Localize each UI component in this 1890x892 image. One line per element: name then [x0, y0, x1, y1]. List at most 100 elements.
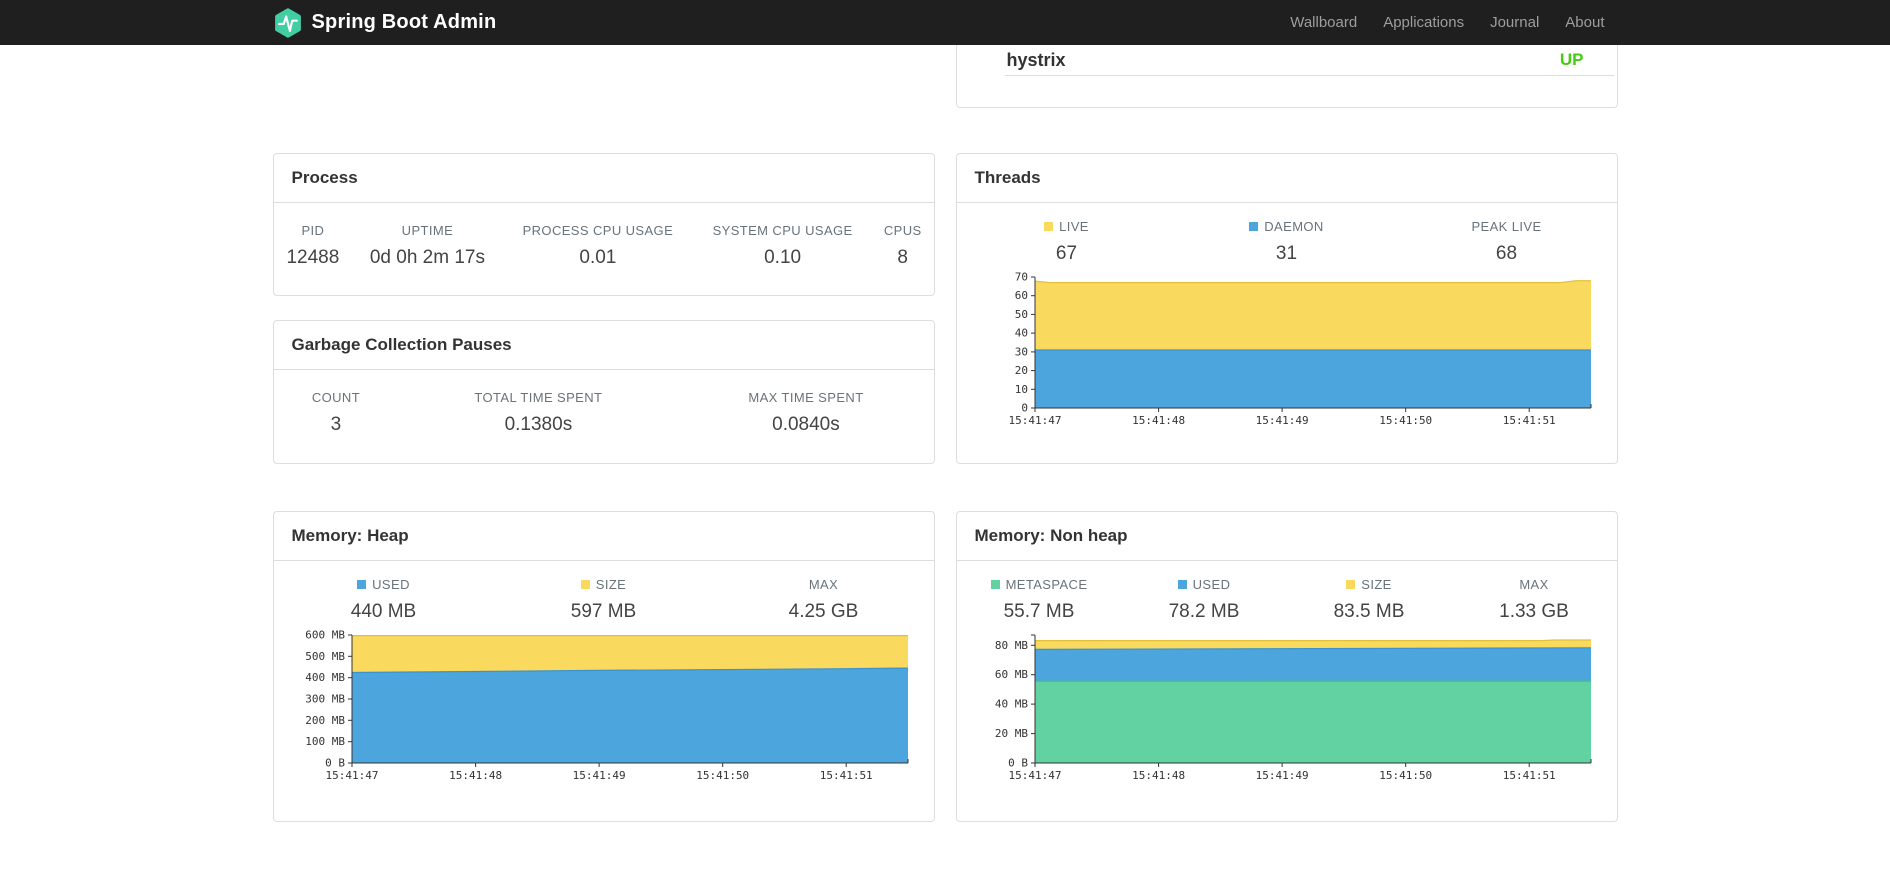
svg-text:15:41:51: 15:41:51	[1502, 769, 1555, 782]
svg-text:15:41:48: 15:41:48	[1132, 769, 1185, 782]
legend-color-swatch	[1177, 580, 1187, 589]
svg-text:15:41:51: 15:41:51	[819, 769, 872, 782]
heap-legend: USED SIZE MAX 440 MB 597 MB 4.25 GB	[274, 577, 934, 623]
legend-value: 4.25 GB	[788, 601, 859, 622]
svg-text:40 MB: 40 MB	[994, 698, 1027, 711]
gc-pauses-panel: Garbage Collection Pauses COUNT TOTAL TI…	[272, 320, 935, 464]
legend-value: 78.2 MB	[1168, 601, 1240, 622]
legend-value: 83.5 MB	[1333, 601, 1405, 622]
svg-text:15:41:47: 15:41:47	[1008, 769, 1061, 782]
navbar: Spring Boot Admin Wallboard Applications…	[0, 0, 1890, 45]
svg-text:10: 10	[1014, 383, 1027, 396]
svg-text:20: 20	[1014, 364, 1027, 377]
panel-title: Threads	[956, 154, 1617, 203]
svg-text:15:41:50: 15:41:50	[1379, 414, 1432, 427]
legend-color-swatch	[357, 580, 367, 589]
legend-label: USED	[274, 577, 494, 601]
application-name: hystrix	[1006, 49, 1066, 70]
metric-value: 0d 0h 2m 17s	[369, 247, 485, 268]
panel-title: Garbage Collection Pauses	[273, 321, 934, 370]
metric-label: TOTAL TIME SPENT	[474, 390, 603, 405]
process-panel: Process PID UPTIME PROCESS CPU USAGE SYS…	[272, 153, 935, 296]
svg-text:20 MB: 20 MB	[994, 727, 1027, 740]
legend-label: SIZE	[494, 577, 714, 601]
legend-color-swatch	[1044, 222, 1054, 231]
svg-text:200 MB: 200 MB	[305, 714, 345, 727]
brand-label: Spring Boot Admin	[311, 11, 497, 33]
legend-label: MAX	[808, 577, 839, 592]
legend-color-swatch	[580, 580, 590, 589]
svg-text:400 MB: 400 MB	[305, 671, 345, 684]
legend-label: SIZE	[1287, 577, 1452, 601]
nav-item-wallboard[interactable]: Wallboard	[1277, 0, 1370, 45]
metric-value: 0.0840s	[772, 414, 840, 435]
legend-value: 55.7 MB	[1003, 601, 1075, 622]
spring-boot-admin-logo	[274, 7, 301, 38]
svg-text:15:41:47: 15:41:47	[1008, 414, 1061, 427]
application-row[interactable]: hystrix UP	[1004, 45, 1614, 76]
metric-value: 0.10	[764, 247, 802, 268]
nav-item-applications[interactable]: Applications	[1370, 0, 1477, 45]
svg-text:0 B: 0 B	[1008, 757, 1028, 770]
nonheap-legend: METASPACE USED SIZE MAX 55.7 MB 78.2 MB …	[957, 577, 1617, 623]
svg-text:80 MB: 80 MB	[994, 639, 1027, 652]
svg-text:40: 40	[1014, 327, 1027, 340]
brand[interactable]: Spring Boot Admin	[273, 7, 497, 38]
main-content: Process PID UPTIME PROCESS CPU USAGE SYS…	[272, 0, 1618, 822]
nav-item-about[interactable]: About	[1552, 0, 1617, 45]
threads-legend: LIVE DAEMON PEAK LIVE 67 31 68	[957, 219, 1617, 265]
legend-label: METASPACE	[957, 577, 1122, 601]
legend-value: 68	[1495, 243, 1518, 264]
svg-text:600 MB: 600 MB	[305, 629, 345, 642]
svg-text:60: 60	[1014, 289, 1027, 302]
legend-label: LIVE	[957, 219, 1177, 243]
legend-label: MAX	[1519, 577, 1549, 592]
svg-text:15:41:51: 15:41:51	[1502, 414, 1555, 427]
svg-text:500 MB: 500 MB	[305, 650, 345, 663]
legend-color-swatch	[1249, 222, 1259, 231]
svg-text:15:41:49: 15:41:49	[1255, 414, 1308, 427]
metric-label: MAX TIME SPENT	[748, 390, 864, 405]
legend-label: DAEMON	[1177, 219, 1397, 243]
legend-value: 1.33 GB	[1499, 601, 1569, 622]
metric-label: COUNT	[311, 390, 361, 405]
svg-text:70: 70	[1014, 271, 1027, 284]
svg-text:15:41:48: 15:41:48	[1132, 414, 1185, 427]
svg-text:15:41:48: 15:41:48	[449, 769, 502, 782]
status-badge: UP	[1559, 50, 1584, 69]
svg-text:60 MB: 60 MB	[994, 668, 1027, 681]
navbar-container: Spring Boot Admin Wallboard Applications…	[273, 0, 1618, 45]
legend-color-swatch	[990, 580, 1000, 589]
metric-value: 12488	[286, 247, 340, 268]
legend-value: 67	[1055, 243, 1078, 264]
threads-chart: 0 10 20 30 40 50 60 70 15:41:47 15:41:48 15:41:49 1…	[973, 269, 1601, 436]
gc-metrics-table: COUNT TOTAL TIME SPENT MAX TIME SPENT 3 …	[274, 390, 934, 436]
metric-value: 8	[897, 247, 908, 268]
threads-panel: Threads LIVE DAEMON PEAK LIVE 67 31 68 0…	[955, 153, 1618, 464]
memory-nonheap-chart: 0 B 20 MB 40 MB 60 MB 80 MB 15:41:47 15:41:48 1…	[973, 627, 1601, 791]
svg-text:100 MB: 100 MB	[305, 735, 345, 748]
legend-value: 597 MB	[570, 601, 637, 622]
memory-nonheap-panel: Memory: Non heap METASPACE USED SIZE MAX…	[955, 511, 1618, 822]
left-column: Process PID UPTIME PROCESS CPU USAGE SYS…	[272, 45, 935, 822]
metric-label: PID	[301, 223, 325, 238]
process-metrics-table: PID UPTIME PROCESS CPU USAGE SYSTEM CPU …	[274, 223, 934, 269]
svg-text:50: 50	[1014, 308, 1027, 321]
panel-title: Process	[273, 154, 934, 203]
svg-text:15:41:49: 15:41:49	[1255, 769, 1308, 782]
svg-text:15:41:49: 15:41:49	[572, 769, 625, 782]
application-status-panel: hystrix UP	[955, 45, 1618, 108]
metric-value: 3	[330, 414, 342, 435]
svg-text:15:41:47: 15:41:47	[325, 769, 378, 782]
legend-label: PEAK LIVE	[1471, 219, 1542, 234]
nav-links: Wallboard Applications Journal About	[1277, 0, 1617, 45]
metric-label: SYSTEM CPU USAGE	[712, 223, 853, 238]
nav-item-journal[interactable]: Journal	[1477, 0, 1552, 45]
svg-text:0: 0	[1021, 402, 1028, 415]
svg-text:0 B: 0 B	[325, 757, 345, 770]
metric-label: PROCESS CPU USAGE	[522, 223, 674, 238]
legend-value: 440 MB	[350, 601, 417, 622]
metric-value: 0.1380s	[504, 414, 573, 435]
svg-text:15:41:50: 15:41:50	[1379, 769, 1432, 782]
right-column: hystrix UP Threads LIVE DAEMON PEAK LIVE…	[955, 45, 1618, 822]
